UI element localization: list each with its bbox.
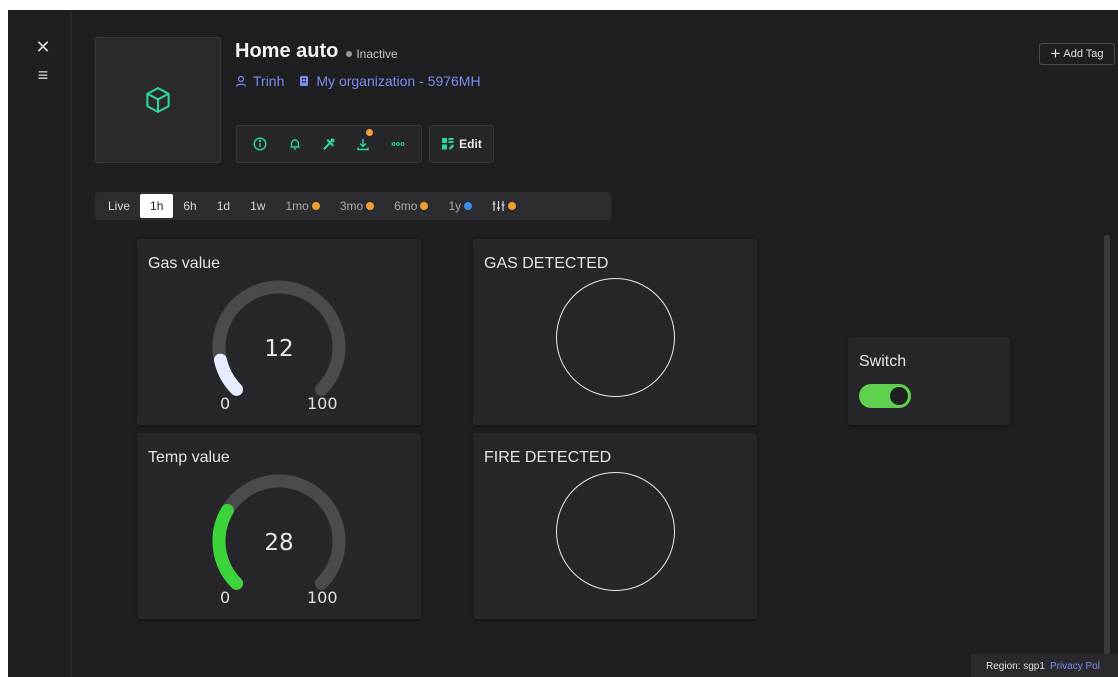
cube-icon <box>146 87 170 113</box>
download-badge <box>366 129 374 136</box>
add-tag-label: Add Tag <box>1063 48 1104 60</box>
region-label: Region: sgp1 <box>986 660 1045 672</box>
switch-toggle[interactable] <box>859 384 911 408</box>
gauge-max: 100 <box>307 394 338 413</box>
switch-widget: Switch <box>848 337 1010 425</box>
device-dashboard: ✕ ≡ Home auto Inactive Trinh My organiza… <box>8 10 1118 677</box>
sliders-icon <box>492 201 505 211</box>
gauge-min: 0 <box>220 394 231 413</box>
gauge-gas <box>212 280 346 396</box>
building-icon <box>300 76 309 86</box>
owner-name: Trinh <box>253 73 285 89</box>
tools-icon[interactable] <box>319 134 339 154</box>
edit-button[interactable]: Edit <box>429 125 494 163</box>
device-status: Inactive <box>346 47 398 61</box>
edit-label: Edit <box>459 137 482 151</box>
gauge-fill <box>212 503 244 590</box>
range-1mo[interactable]: 1mo <box>275 194 329 218</box>
bell-icon[interactable] <box>285 134 305 154</box>
device-toolbar <box>236 125 422 163</box>
range-1y[interactable]: 1y <box>438 194 482 218</box>
range-1w[interactable]: 1w <box>240 194 275 218</box>
menu-icon[interactable]: ≡ <box>32 64 54 86</box>
range-3mo[interactable]: 3mo <box>330 194 384 218</box>
gauge-widget-gas[interactable]: Gas value 12 0 100 <box>137 239 421 425</box>
device-header: Home auto Inactive <box>235 40 398 63</box>
status-dot <box>346 51 353 57</box>
range-6mo[interactable]: 6mo <box>384 194 438 218</box>
custom-range[interactable] <box>482 194 526 218</box>
plus-icon: + <box>1050 44 1061 63</box>
user-icon <box>235 75 247 87</box>
widget-title: FIRE DETECTED <box>484 449 612 466</box>
time-range-selector: Live 1h 6h 1d 1w 1mo 3mo 6mo 1y <box>95 192 611 220</box>
close-icon[interactable]: ✕ <box>32 36 54 58</box>
led-widget-fire[interactable]: FIRE DETECTED <box>473 433 757 619</box>
widget-title: GAS DETECTED <box>484 255 609 272</box>
owner-link[interactable]: Trinh <box>235 73 284 89</box>
edit-icon <box>442 138 455 150</box>
device-meta: Trinh My organization - 5976MH <box>235 73 481 89</box>
upgrade-badge <box>420 202 429 210</box>
download-icon[interactable] <box>353 129 374 154</box>
switch-knob <box>890 387 908 405</box>
gauge-temp <box>212 474 346 590</box>
range-live[interactable]: Live <box>98 194 140 218</box>
status-label: Inactive <box>356 47 398 61</box>
organization-link[interactable]: My organization - 5976MH <box>298 73 481 89</box>
upgrade-badge <box>366 202 375 210</box>
range-1h[interactable]: 1h <box>140 194 174 218</box>
footer-bar: Region: sgp1 Privacy Pol <box>971 654 1118 677</box>
led-indicator-off <box>556 472 675 591</box>
more-icon[interactable] <box>388 134 408 154</box>
device-name: Home auto <box>235 40 339 62</box>
led-indicator-off <box>556 278 675 397</box>
range-1d[interactable]: 1d <box>207 194 240 218</box>
privacy-link[interactable]: Privacy Pol <box>1050 661 1100 672</box>
gauge-fill <box>213 353 244 396</box>
range-6h[interactable]: 6h <box>173 194 206 218</box>
widget-title: Switch <box>859 353 907 370</box>
organization-name: My organization - 5976MH <box>316 73 481 89</box>
add-tag-button[interactable]: + Add Tag <box>1039 43 1115 65</box>
device-thumbnail[interactable] <box>95 37 221 163</box>
side-rail: ✕ ≡ <box>8 10 72 677</box>
led-widget-gas[interactable]: GAS DETECTED <box>473 239 757 425</box>
upgrade-badge <box>464 202 473 210</box>
upgrade-badge <box>311 202 320 210</box>
vertical-scrollbar[interactable] <box>1104 235 1110 677</box>
info-icon[interactable] <box>250 134 270 154</box>
gauge-widget-temp[interactable]: Temp value 28 0 100 <box>137 433 421 619</box>
gauge-value: 28 <box>264 530 294 556</box>
gauge-value: 12 <box>264 336 294 362</box>
gauge-max: 100 <box>307 588 338 607</box>
gauge-min: 0 <box>220 588 231 607</box>
upgrade-badge <box>508 202 517 210</box>
